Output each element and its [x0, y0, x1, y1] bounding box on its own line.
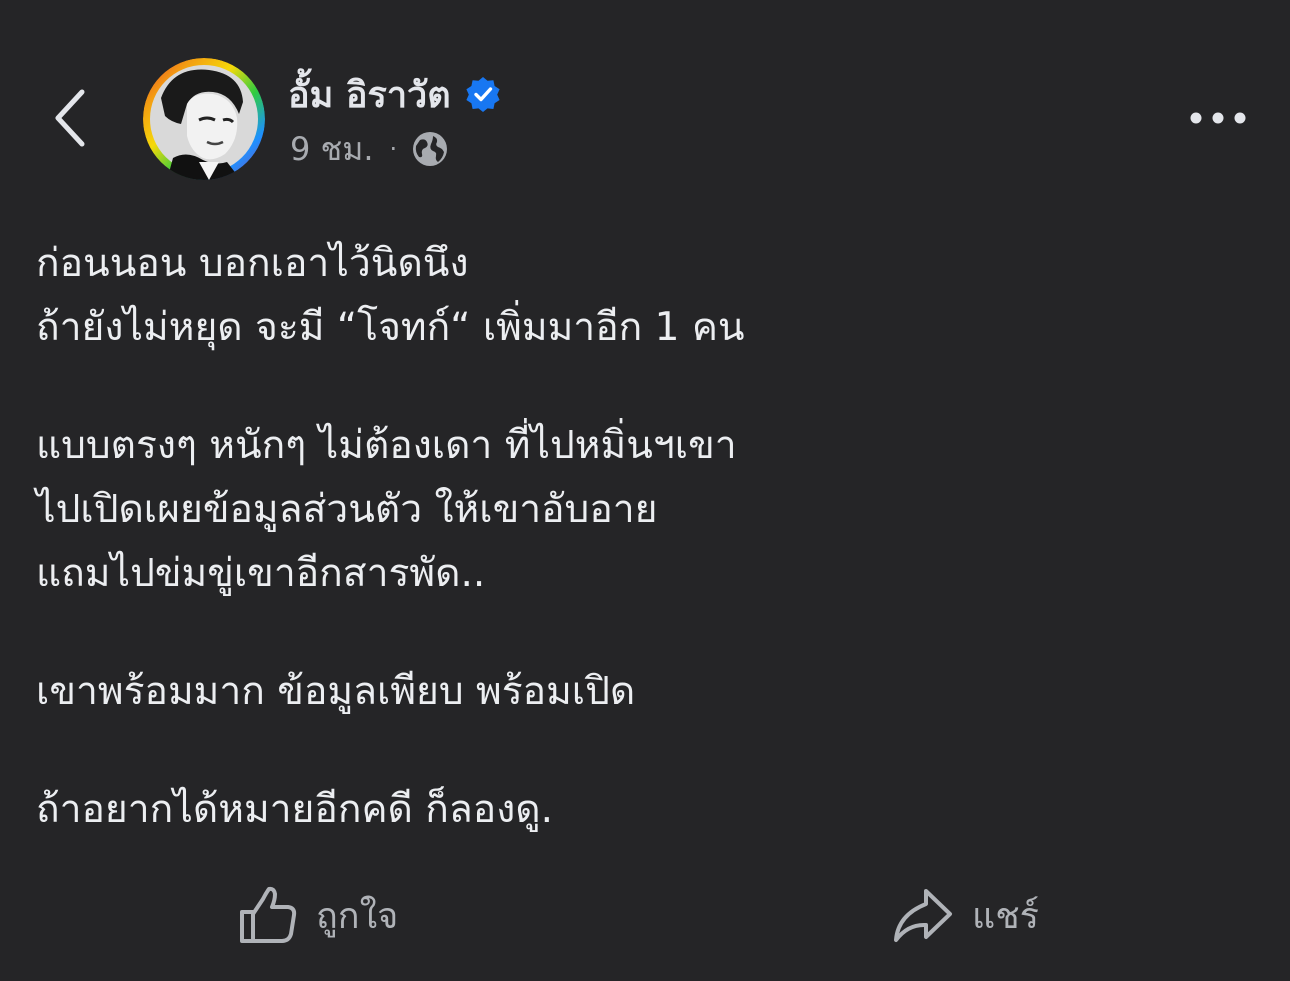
post-line: ก่อนนอน บอกเอาไว้นิดนึง	[36, 241, 469, 286]
more-dots-icon	[1190, 112, 1246, 124]
more-options-button[interactable]	[1178, 96, 1258, 140]
thumbs-up-icon	[240, 886, 297, 943]
meta-separator: ·	[389, 135, 398, 163]
globe-icon[interactable]	[411, 130, 449, 168]
post-text: ก่อนนอน บอกเอาไว้นิดนึง ถ้ายังไม่หยุด จะ…	[36, 232, 1256, 842]
share-label: แชร์	[972, 895, 1039, 937]
post-time[interactable]: 9 ชม.	[290, 124, 374, 175]
post-line: แบบตรงๆ หนักๆ ไม่ต้องเดา ที่ไปหมิ่นฯเขา	[36, 423, 737, 468]
like-label: ถูกใจ	[316, 895, 399, 937]
author-name-text[interactable]: อั้ม อิราวัต	[288, 66, 451, 123]
post-line: แถมไปข่มขู่เขาอีกสารพัด..	[36, 551, 486, 596]
verified-badge-icon	[465, 76, 501, 112]
author-name[interactable]: อั้ม อิราวัต	[288, 68, 501, 120]
share-arrow-icon	[894, 889, 952, 942]
like-button[interactable]: ถูกใจ	[238, 880, 398, 950]
post-action-bar: ถูกใจ แชร์	[0, 870, 1290, 960]
post-line: เขาพร้อมมาก ข้อมูลเพียบ พร้อมเปิด	[36, 669, 636, 714]
post-header: อั้ม อิราวัต 9 ชม. ·	[0, 0, 1290, 200]
chevron-left-icon	[55, 89, 85, 147]
post-line: ถ้ายังไม่หยุด จะมี “โจทก์“ เพิ่มมาอีก 1 …	[36, 305, 745, 350]
post-meta: 9 ชม. ·	[290, 128, 449, 170]
post-line: ถ้าอยากได้หมายอีกคดี ก็ลองดู.	[36, 787, 553, 832]
share-button[interactable]: แชร์	[890, 880, 1039, 950]
author-avatar[interactable]	[143, 58, 265, 180]
back-button[interactable]	[40, 80, 100, 156]
post-line: ไปเปิดเผยข้อมูลส่วนตัว ให้เขาอับอาย	[36, 487, 658, 532]
